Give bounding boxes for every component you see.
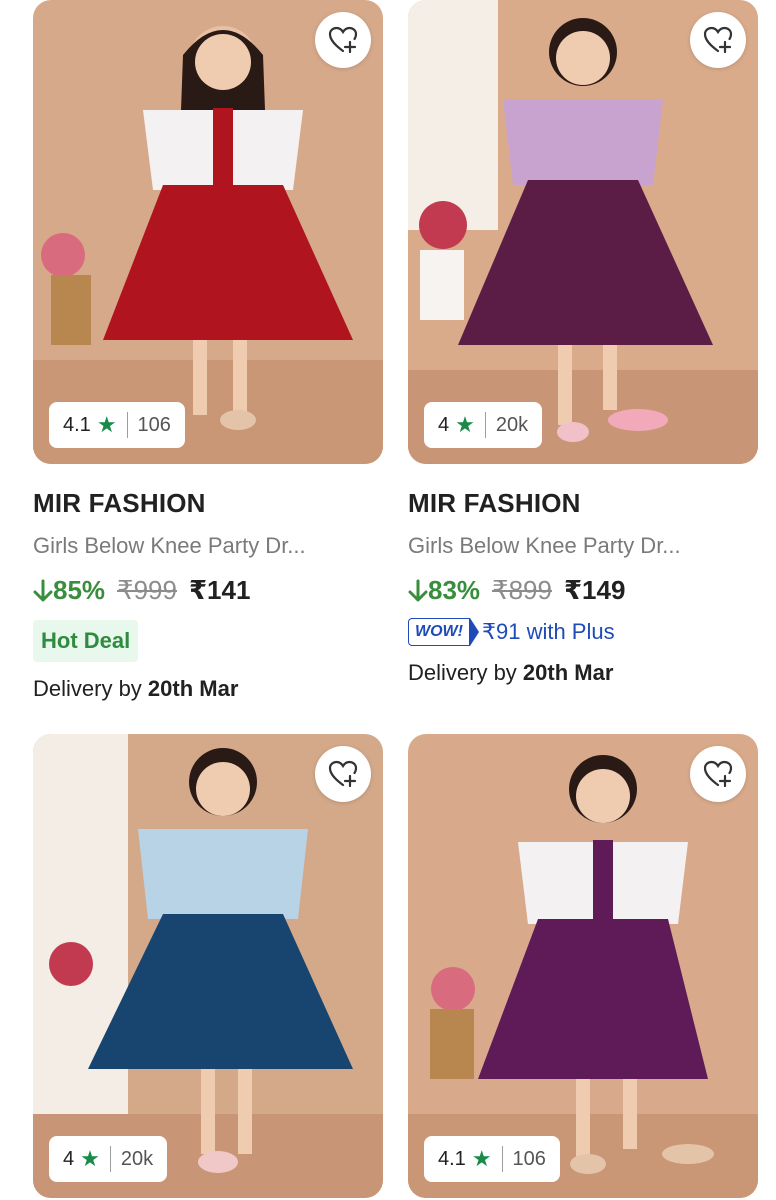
delivery-prefix: Delivery by: [408, 660, 523, 685]
heart-plus-icon: [703, 760, 733, 788]
rating-value: 4: [438, 413, 450, 436]
product-card[interactable]: 4.1 ★ 106: [408, 734, 758, 1198]
product-card[interactable]: 4 ★ 20k MIR FASHION Girls Below Knee Par…: [408, 0, 758, 686]
delivery-date: 20th Mar: [522, 660, 614, 685]
arrow-down-icon: [408, 579, 428, 601]
heart-plus-icon: [328, 760, 358, 788]
product-photo: [33, 0, 383, 464]
product-image[interactable]: 4.1 ★ 106: [408, 734, 758, 1198]
wishlist-button[interactable]: [690, 12, 746, 68]
delivery-prefix: Delivery by: [33, 676, 148, 701]
brand-name: MIR FASHION: [408, 488, 581, 518]
discount-value: 83%: [428, 575, 481, 605]
heart-plus-icon: [703, 26, 733, 54]
mrp-price: ₹999: [117, 575, 177, 605]
product-card[interactable]: 4.1 ★ 106 MIR FASHION Girls Below Knee P…: [33, 0, 383, 702]
heart-plus-icon: [328, 26, 358, 54]
arrow-down-icon: [33, 579, 53, 601]
brand-name: MIR FASHION: [33, 488, 206, 518]
plus-price: ₹91 with Plus: [481, 619, 615, 644]
rating-value: 4.1: [438, 1147, 466, 1170]
star-icon: ★: [80, 1146, 100, 1171]
divider: [484, 412, 486, 438]
rating-value: 4: [63, 1147, 75, 1170]
price-row: 83% ₹899 ₹149: [408, 575, 758, 606]
star-icon: ★: [471, 1146, 492, 1171]
hot-deal-badge: Hot Deal: [33, 620, 139, 662]
mrp-price: ₹899: [492, 575, 552, 605]
rating-count: 20k: [120, 1147, 154, 1170]
wishlist-button[interactable]: [315, 12, 371, 68]
product-photo: [408, 0, 758, 464]
divider: [126, 412, 128, 438]
rating-badge: 4 ★ 20k: [49, 1136, 168, 1182]
selling-price: ₹149: [563, 575, 626, 605]
selling-price: ₹141: [188, 575, 251, 605]
discount: 83%: [408, 575, 480, 606]
product-image[interactable]: 4 ★ 20k: [33, 734, 383, 1198]
plus-offer: WOW! ₹91 with Plus: [408, 617, 758, 646]
product-photo: [33, 734, 383, 1198]
delivery-info: Delivery by 20th Mar: [33, 676, 383, 702]
divider: [501, 1146, 503, 1172]
product-image[interactable]: 4.1 ★ 106: [33, 0, 383, 464]
price-row: 85% ₹999 ₹141: [33, 575, 383, 606]
star-icon: ★: [455, 412, 475, 437]
rating-badge: 4 ★ 20k: [424, 402, 543, 448]
product-card[interactable]: 4 ★ 20k: [33, 734, 383, 1198]
product-title[interactable]: Girls Below Knee Party Dr...: [33, 533, 383, 559]
rating-count: 20k: [495, 413, 529, 436]
wishlist-button[interactable]: [315, 746, 371, 802]
delivery-date: 20th Mar: [147, 676, 239, 701]
discount-value: 85%: [53, 575, 106, 605]
rating-count: 106: [512, 1147, 546, 1170]
wow-badge: WOW!: [408, 617, 479, 646]
product-image[interactable]: 4 ★ 20k: [408, 0, 758, 464]
star-icon: ★: [96, 412, 117, 437]
rating-value: 4.1: [63, 413, 91, 436]
delivery-info: Delivery by 20th Mar: [408, 660, 758, 686]
rating-count: 106: [137, 413, 171, 436]
divider: [109, 1146, 111, 1172]
product-photo: [408, 734, 758, 1198]
rating-badge: 4.1 ★ 106: [49, 402, 185, 448]
product-title[interactable]: Girls Below Knee Party Dr...: [408, 533, 758, 559]
discount: 85%: [33, 575, 105, 606]
wishlist-button[interactable]: [690, 746, 746, 802]
rating-badge: 4.1 ★ 106: [424, 1136, 560, 1182]
